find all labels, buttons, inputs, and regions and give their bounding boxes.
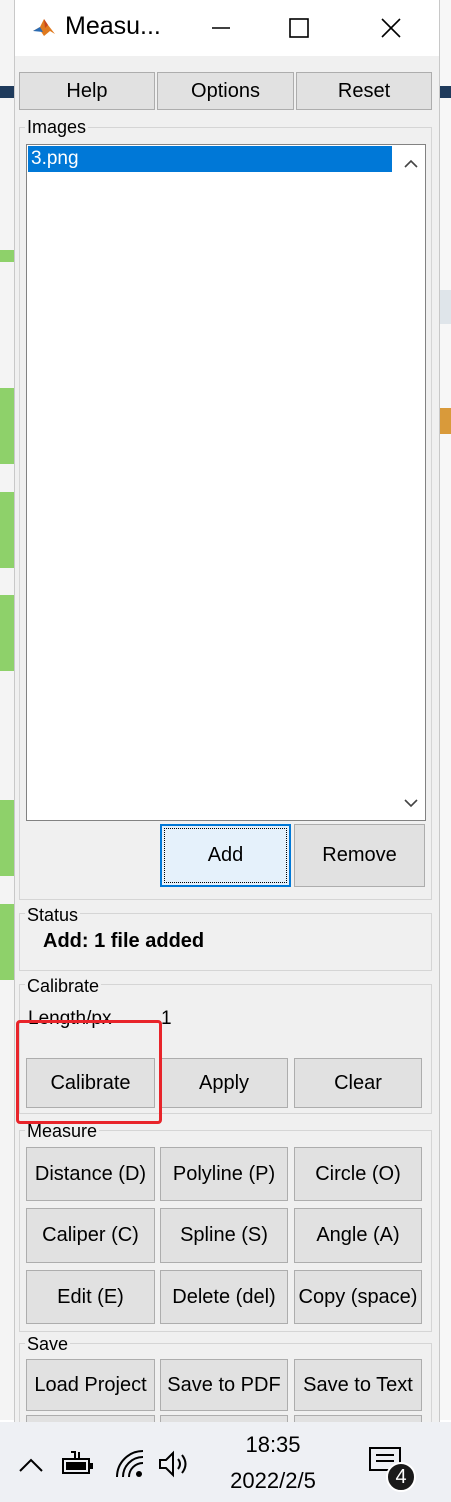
wifi-button[interactable] — [112, 1446, 148, 1482]
volume-button[interactable] — [156, 1446, 192, 1482]
list-item[interactable]: 3.png — [28, 146, 392, 172]
angle-button[interactable]: Angle (A) — [294, 1208, 422, 1263]
length-per-px-value: 1 — [161, 1008, 172, 1029]
minimize-icon — [212, 27, 230, 29]
background-app-left — [0, 0, 14, 1420]
clock-date[interactable]: 2022/2/5 — [212, 1468, 334, 1494]
status-panel-title: Status — [25, 905, 81, 926]
window-title: Measu... — [65, 12, 161, 40]
next-row-button[interactable] — [294, 1415, 422, 1422]
chevron-up-icon — [404, 159, 418, 168]
add-button[interactable]: Add — [160, 824, 291, 887]
save-to-pdf-button[interactable]: Save to PDF — [160, 1359, 288, 1411]
clock-time[interactable]: 18:35 — [228, 1432, 318, 1458]
scroll-down-button[interactable] — [397, 790, 425, 816]
options-button[interactable]: Options — [157, 72, 294, 110]
notification-badge: 4 — [386, 1462, 416, 1492]
chevron-up-icon — [19, 1458, 43, 1472]
battery-button[interactable] — [60, 1447, 98, 1481]
help-button[interactable]: Help — [19, 72, 155, 110]
next-row-button[interactable] — [26, 1415, 155, 1422]
reset-button[interactable]: Reset — [296, 72, 432, 110]
wifi-icon — [116, 1450, 144, 1478]
matlab-icon — [31, 14, 57, 40]
remove-button[interactable]: Remove — [294, 824, 425, 887]
battery-icon — [62, 1451, 93, 1474]
title-bar[interactable]: Measu... — [15, 0, 439, 56]
distance-button[interactable]: Distance (D) — [26, 1147, 155, 1201]
next-row-button[interactable] — [160, 1415, 288, 1422]
delete-button[interactable]: Delete (del) — [160, 1270, 288, 1324]
maximize-icon — [289, 18, 309, 38]
images-panel-title: Images — [25, 117, 89, 138]
show-hidden-icons-button[interactable] — [16, 1450, 46, 1480]
save-to-text-button[interactable]: Save to Text — [294, 1359, 422, 1411]
polyline-button[interactable]: Polyline (P) — [160, 1147, 288, 1201]
circle-button[interactable]: Circle (O) — [294, 1147, 422, 1201]
measure-panel-title: Measure — [25, 1121, 100, 1142]
save-panel-title: Save — [25, 1334, 71, 1355]
volume-icon — [159, 1450, 187, 1478]
images-listbox[interactable]: 3.png — [26, 144, 426, 821]
caliper-button[interactable]: Caliper (C) — [26, 1208, 155, 1263]
status-message: Add: 1 file added — [43, 930, 205, 952]
scroll-up-button[interactable] — [397, 151, 425, 177]
background-app-right — [440, 0, 451, 1420]
apply-button[interactable]: Apply — [160, 1058, 288, 1108]
highlight-box — [16, 1020, 162, 1124]
minimize-button[interactable] — [189, 0, 253, 56]
maximize-button[interactable] — [267, 0, 331, 56]
copy-button[interactable]: Copy (space) — [294, 1270, 422, 1324]
chevron-down-icon — [404, 799, 418, 808]
spline-button[interactable]: Spline (S) — [160, 1208, 288, 1263]
measure-window: Measu... Help Options Reset Images 3.png… — [14, 0, 440, 1422]
close-icon — [381, 18, 401, 38]
edit-button[interactable]: Edit (E) — [26, 1270, 155, 1324]
clear-button[interactable]: Clear — [294, 1058, 422, 1108]
calibrate-panel-title: Calibrate — [25, 976, 102, 997]
load-project-button[interactable]: Load Project — [26, 1359, 155, 1411]
close-button[interactable] — [359, 0, 423, 56]
